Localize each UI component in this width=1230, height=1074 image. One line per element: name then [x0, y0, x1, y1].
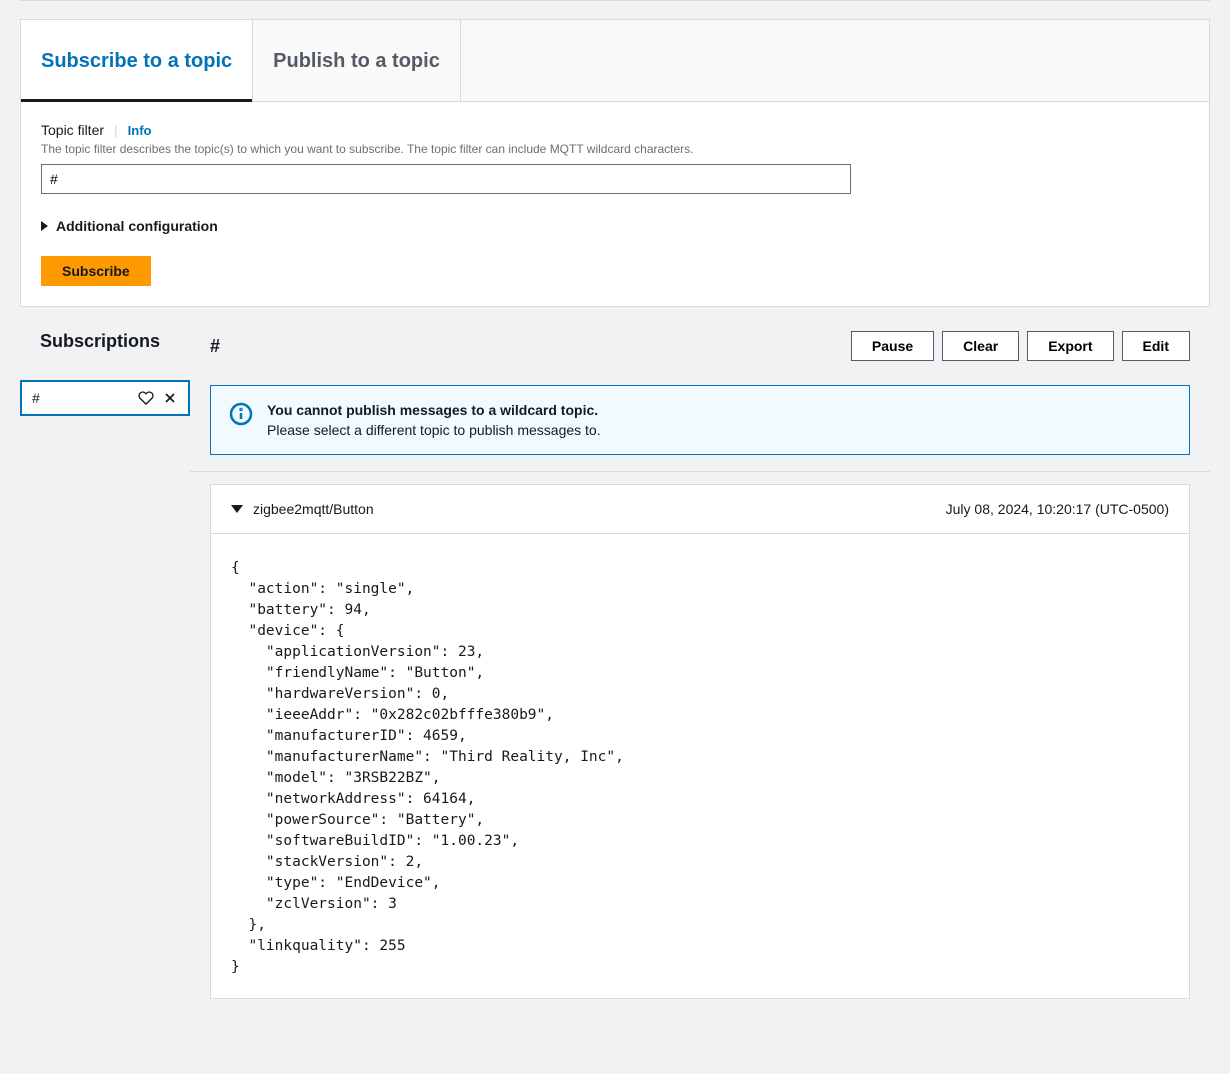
chevron-down-icon	[231, 505, 243, 513]
alert-title: You cannot publish messages to a wildcar…	[267, 402, 601, 418]
subscribe-panel: Subscribe to a topic Publish to a topic …	[20, 19, 1210, 307]
subscription-content: # Pause Clear Export Edit You cannot pub…	[190, 323, 1210, 999]
chevron-right-icon	[41, 221, 48, 231]
additional-config-label: Additional configuration	[56, 218, 218, 234]
topic-filter-input[interactable]	[41, 164, 851, 194]
tab-bar: Subscribe to a topic Publish to a topic	[21, 20, 1209, 102]
message-panel: zigbee2mqtt/Button July 08, 2024, 10:20:…	[210, 484, 1190, 999]
top-divider	[20, 0, 1210, 1]
message-topic: zigbee2mqtt/Button	[253, 501, 374, 517]
divider	[190, 471, 1210, 472]
topic-filter-description: The topic filter describes the topic(s) …	[41, 142, 1189, 156]
edit-button[interactable]: Edit	[1122, 331, 1190, 361]
subscription-chip[interactable]: #	[20, 380, 190, 416]
tab-subscribe[interactable]: Subscribe to a topic	[21, 20, 253, 101]
current-topic: #	[210, 336, 220, 357]
subscriptions-sidebar: Subscriptions #	[20, 323, 190, 999]
subscriptions-title: Subscriptions	[20, 331, 190, 352]
subscribe-button[interactable]: Subscribe	[41, 256, 151, 286]
tab-publish[interactable]: Publish to a topic	[253, 20, 461, 101]
topic-header: # Pause Clear Export Edit	[190, 323, 1210, 369]
additional-configuration-toggle[interactable]: Additional configuration	[41, 218, 1189, 234]
message-topic-toggle[interactable]: zigbee2mqtt/Button	[231, 501, 374, 517]
action-buttons: Pause Clear Export Edit	[851, 331, 1190, 361]
alert-description: Please select a different topic to publi…	[267, 422, 601, 438]
subscriptions-area: Subscriptions # # Pause Clear Export Edi…	[20, 323, 1210, 999]
subscribe-body: Topic filter | Info The topic filter des…	[21, 102, 1209, 306]
export-button[interactable]: Export	[1027, 331, 1113, 361]
heart-icon[interactable]	[138, 390, 154, 406]
message-payload: { "action": "single", "battery": 94, "de…	[211, 534, 1189, 998]
subscription-chip-topic: #	[32, 390, 40, 406]
message-header: zigbee2mqtt/Button July 08, 2024, 10:20:…	[211, 485, 1189, 534]
topic-filter-label: Topic filter	[41, 122, 104, 138]
info-icon	[229, 402, 253, 426]
separator: |	[114, 122, 118, 138]
info-link[interactable]: Info	[128, 123, 152, 138]
close-icon[interactable]	[162, 390, 178, 406]
info-alert: You cannot publish messages to a wildcar…	[210, 385, 1190, 455]
pause-button[interactable]: Pause	[851, 331, 934, 361]
message-timestamp: July 08, 2024, 10:20:17 (UTC-0500)	[946, 501, 1169, 517]
clear-button[interactable]: Clear	[942, 331, 1019, 361]
